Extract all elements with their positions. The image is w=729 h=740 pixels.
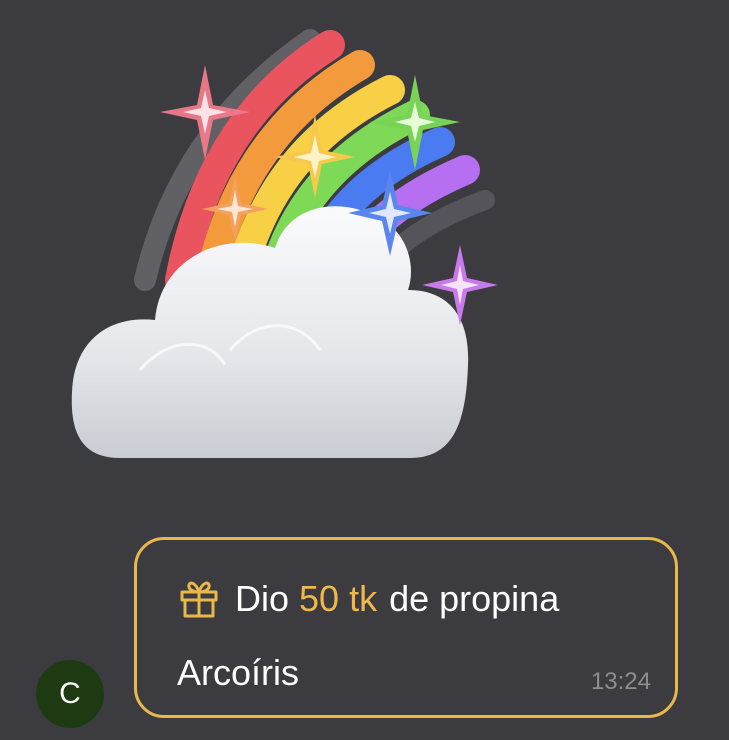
tip-suffix: de propina	[389, 578, 560, 619]
tip-message-bubble[interactable]: Dio 50 tk de propina Arcoíris 13:24	[134, 537, 678, 718]
tip-verb: Dio	[235, 578, 290, 619]
avatar[interactable]: C	[36, 660, 104, 728]
sticker-name: Arcoíris	[177, 652, 300, 693]
chat-view: C Dio 50 tk de propina Arcoíris 13:24	[0, 0, 729, 740]
tip-line: Dio 50 tk de propina	[179, 578, 559, 620]
avatar-initial: C	[59, 677, 81, 710]
tip-amount: 50 tk	[299, 578, 378, 619]
rainbow-cloud-sticker[interactable]	[60, 20, 520, 470]
message-timestamp: 13:24	[590, 668, 651, 695]
gift-icon	[180, 581, 218, 618]
